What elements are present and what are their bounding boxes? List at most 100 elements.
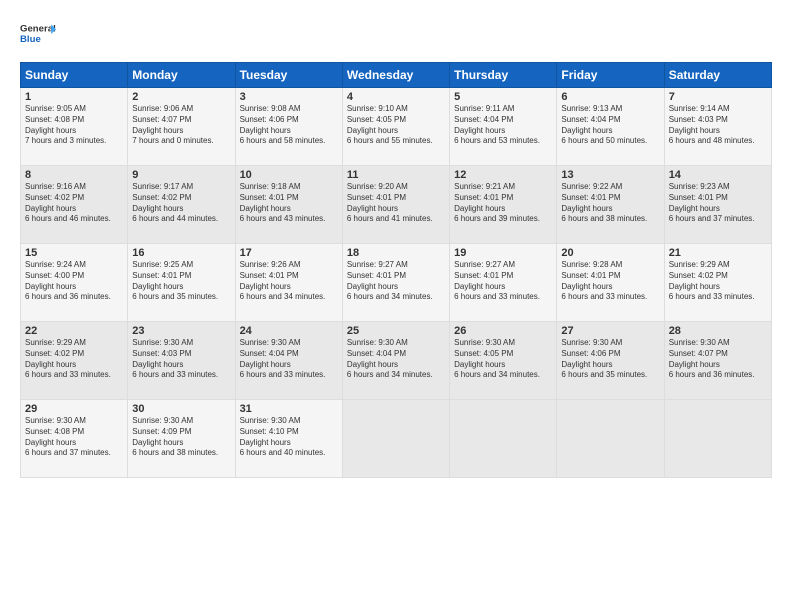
calendar-cell: 5Sunrise: 9:11 AMSunset: 4:04 PMDaylight… xyxy=(450,88,557,166)
cell-info: Sunrise: 9:06 AMSunset: 4:07 PMDaylight … xyxy=(132,104,230,147)
day-number: 10 xyxy=(240,169,338,181)
day-number: 15 xyxy=(25,247,123,259)
day-number: 11 xyxy=(347,169,445,181)
cell-info: Sunrise: 9:29 AMSunset: 4:02 PMDaylight … xyxy=(25,338,123,381)
cell-info: Sunrise: 9:30 AMSunset: 4:05 PMDaylight … xyxy=(454,338,552,381)
col-header-wednesday: Wednesday xyxy=(342,63,449,88)
day-number: 23 xyxy=(132,325,230,337)
day-number: 21 xyxy=(669,247,767,259)
day-number: 22 xyxy=(25,325,123,337)
day-number: 3 xyxy=(240,91,338,103)
cell-info: Sunrise: 9:30 AMSunset: 4:04 PMDaylight … xyxy=(347,338,445,381)
day-number: 20 xyxy=(561,247,659,259)
day-number: 27 xyxy=(561,325,659,337)
calendar-cell: 21Sunrise: 9:29 AMSunset: 4:02 PMDayligh… xyxy=(664,244,771,322)
cell-info: Sunrise: 9:30 AMSunset: 4:08 PMDaylight … xyxy=(25,416,123,459)
cell-info: Sunrise: 9:27 AMSunset: 4:01 PMDaylight … xyxy=(347,260,445,303)
day-number: 7 xyxy=(669,91,767,103)
cell-info: Sunrise: 9:30 AMSunset: 4:03 PMDaylight … xyxy=(132,338,230,381)
day-number: 9 xyxy=(132,169,230,181)
header-row: SundayMondayTuesdayWednesdayThursdayFrid… xyxy=(21,63,772,88)
day-number: 31 xyxy=(240,403,338,415)
col-header-friday: Friday xyxy=(557,63,664,88)
calendar-week-3: 15Sunrise: 9:24 AMSunset: 4:00 PMDayligh… xyxy=(21,244,772,322)
calendar-cell: 19Sunrise: 9:27 AMSunset: 4:01 PMDayligh… xyxy=(450,244,557,322)
day-number: 8 xyxy=(25,169,123,181)
svg-text:General: General xyxy=(20,24,56,35)
cell-info: Sunrise: 9:29 AMSunset: 4:02 PMDaylight … xyxy=(669,260,767,303)
cell-info: Sunrise: 9:23 AMSunset: 4:01 PMDaylight … xyxy=(669,182,767,225)
calendar-week-1: 1Sunrise: 9:05 AMSunset: 4:08 PMDaylight… xyxy=(21,88,772,166)
calendar-cell xyxy=(557,400,664,478)
cell-info: Sunrise: 9:18 AMSunset: 4:01 PMDaylight … xyxy=(240,182,338,225)
col-header-sunday: Sunday xyxy=(21,63,128,88)
logo: General Blue xyxy=(20,16,56,52)
calendar-cell: 24Sunrise: 9:30 AMSunset: 4:04 PMDayligh… xyxy=(235,322,342,400)
calendar-cell: 25Sunrise: 9:30 AMSunset: 4:04 PMDayligh… xyxy=(342,322,449,400)
cell-info: Sunrise: 9:13 AMSunset: 4:04 PMDaylight … xyxy=(561,104,659,147)
cell-info: Sunrise: 9:25 AMSunset: 4:01 PMDaylight … xyxy=(132,260,230,303)
logo-svg: General Blue xyxy=(20,16,56,52)
cell-info: Sunrise: 9:26 AMSunset: 4:01 PMDaylight … xyxy=(240,260,338,303)
calendar-cell: 10Sunrise: 9:18 AMSunset: 4:01 PMDayligh… xyxy=(235,166,342,244)
cell-info: Sunrise: 9:20 AMSunset: 4:01 PMDaylight … xyxy=(347,182,445,225)
cell-info: Sunrise: 9:27 AMSunset: 4:01 PMDaylight … xyxy=(454,260,552,303)
calendar-cell: 28Sunrise: 9:30 AMSunset: 4:07 PMDayligh… xyxy=(664,322,771,400)
col-header-saturday: Saturday xyxy=(664,63,771,88)
calendar-cell: 30Sunrise: 9:30 AMSunset: 4:09 PMDayligh… xyxy=(128,400,235,478)
day-number: 24 xyxy=(240,325,338,337)
cell-info: Sunrise: 9:24 AMSunset: 4:00 PMDaylight … xyxy=(25,260,123,303)
calendar-cell: 22Sunrise: 9:29 AMSunset: 4:02 PMDayligh… xyxy=(21,322,128,400)
day-number: 4 xyxy=(347,91,445,103)
day-number: 28 xyxy=(669,325,767,337)
calendar-cell xyxy=(450,400,557,478)
day-number: 19 xyxy=(454,247,552,259)
day-number: 18 xyxy=(347,247,445,259)
calendar-cell: 9Sunrise: 9:17 AMSunset: 4:02 PMDaylight… xyxy=(128,166,235,244)
cell-info: Sunrise: 9:30 AMSunset: 4:07 PMDaylight … xyxy=(669,338,767,381)
calendar-cell: 27Sunrise: 9:30 AMSunset: 4:06 PMDayligh… xyxy=(557,322,664,400)
calendar-cell: 2Sunrise: 9:06 AMSunset: 4:07 PMDaylight… xyxy=(128,88,235,166)
day-number: 25 xyxy=(347,325,445,337)
cell-info: Sunrise: 9:30 AMSunset: 4:09 PMDaylight … xyxy=(132,416,230,459)
calendar-cell: 12Sunrise: 9:21 AMSunset: 4:01 PMDayligh… xyxy=(450,166,557,244)
calendar-table: SundayMondayTuesdayWednesdayThursdayFrid… xyxy=(20,62,772,478)
header: General Blue xyxy=(20,16,772,52)
cell-info: Sunrise: 9:30 AMSunset: 4:10 PMDaylight … xyxy=(240,416,338,459)
calendar-cell: 7Sunrise: 9:14 AMSunset: 4:03 PMDaylight… xyxy=(664,88,771,166)
day-number: 12 xyxy=(454,169,552,181)
day-number: 30 xyxy=(132,403,230,415)
calendar-cell: 11Sunrise: 9:20 AMSunset: 4:01 PMDayligh… xyxy=(342,166,449,244)
day-number: 26 xyxy=(454,325,552,337)
cell-info: Sunrise: 9:08 AMSunset: 4:06 PMDaylight … xyxy=(240,104,338,147)
svg-text:Blue: Blue xyxy=(20,34,41,45)
col-header-thursday: Thursday xyxy=(450,63,557,88)
cell-info: Sunrise: 9:30 AMSunset: 4:06 PMDaylight … xyxy=(561,338,659,381)
calendar-week-4: 22Sunrise: 9:29 AMSunset: 4:02 PMDayligh… xyxy=(21,322,772,400)
calendar-cell: 4Sunrise: 9:10 AMSunset: 4:05 PMDaylight… xyxy=(342,88,449,166)
calendar-cell: 31Sunrise: 9:30 AMSunset: 4:10 PMDayligh… xyxy=(235,400,342,478)
cell-info: Sunrise: 9:22 AMSunset: 4:01 PMDaylight … xyxy=(561,182,659,225)
page: General Blue SundayMondayTuesdayWednesda… xyxy=(0,0,792,612)
day-number: 29 xyxy=(25,403,123,415)
calendar-cell: 15Sunrise: 9:24 AMSunset: 4:00 PMDayligh… xyxy=(21,244,128,322)
calendar-cell: 14Sunrise: 9:23 AMSunset: 4:01 PMDayligh… xyxy=(664,166,771,244)
calendar-cell: 6Sunrise: 9:13 AMSunset: 4:04 PMDaylight… xyxy=(557,88,664,166)
col-header-monday: Monday xyxy=(128,63,235,88)
cell-info: Sunrise: 9:30 AMSunset: 4:04 PMDaylight … xyxy=(240,338,338,381)
calendar-cell: 23Sunrise: 9:30 AMSunset: 4:03 PMDayligh… xyxy=(128,322,235,400)
day-number: 2 xyxy=(132,91,230,103)
cell-info: Sunrise: 9:21 AMSunset: 4:01 PMDaylight … xyxy=(454,182,552,225)
calendar-cell xyxy=(664,400,771,478)
col-header-tuesday: Tuesday xyxy=(235,63,342,88)
calendar-cell: 16Sunrise: 9:25 AMSunset: 4:01 PMDayligh… xyxy=(128,244,235,322)
cell-info: Sunrise: 9:17 AMSunset: 4:02 PMDaylight … xyxy=(132,182,230,225)
day-number: 14 xyxy=(669,169,767,181)
cell-info: Sunrise: 9:10 AMSunset: 4:05 PMDaylight … xyxy=(347,104,445,147)
day-number: 17 xyxy=(240,247,338,259)
calendar-cell: 1Sunrise: 9:05 AMSunset: 4:08 PMDaylight… xyxy=(21,88,128,166)
cell-info: Sunrise: 9:16 AMSunset: 4:02 PMDaylight … xyxy=(25,182,123,225)
calendar-cell: 3Sunrise: 9:08 AMSunset: 4:06 PMDaylight… xyxy=(235,88,342,166)
calendar-cell: 8Sunrise: 9:16 AMSunset: 4:02 PMDaylight… xyxy=(21,166,128,244)
day-number: 6 xyxy=(561,91,659,103)
